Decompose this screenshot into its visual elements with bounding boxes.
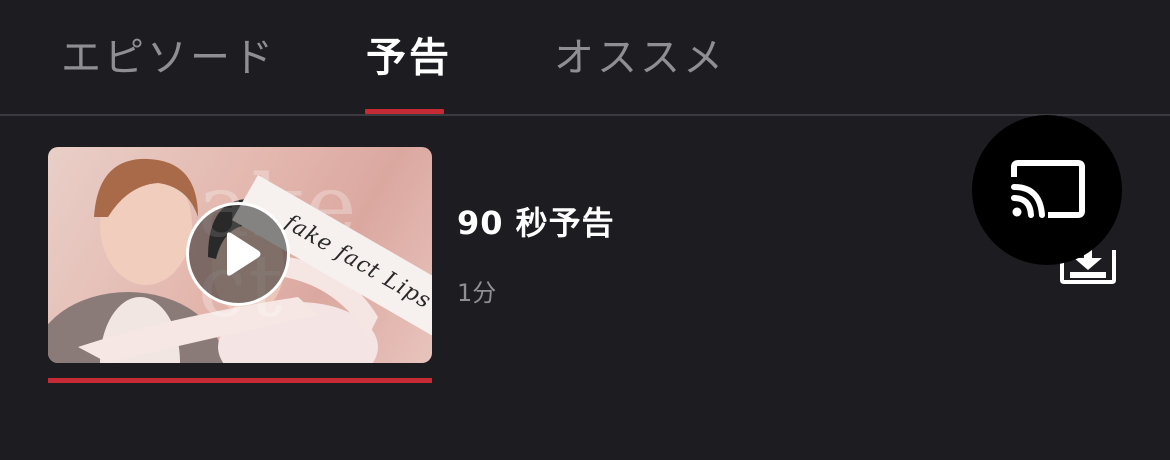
tab-trailers[interactable]: 予告 (366, 30, 452, 86)
episode-thumbnail[interactable]: akect fake fact Lips (48, 147, 432, 363)
cast-icon (1011, 160, 1085, 218)
tab-recommended[interactable]: オススメ (554, 30, 726, 86)
tab-episodes[interactable]: エピソード (61, 30, 276, 86)
watch-progress-bar (48, 378, 432, 383)
play-button[interactable] (186, 202, 290, 306)
episode-title: 90 秒予告 (457, 204, 615, 242)
cast-button[interactable] (972, 115, 1122, 265)
play-icon (227, 232, 261, 276)
episode-duration: 1分 (457, 279, 497, 307)
tab-bar: エピソード 予告 オススメ (0, 0, 1170, 116)
watch-progress-fill (48, 378, 432, 383)
